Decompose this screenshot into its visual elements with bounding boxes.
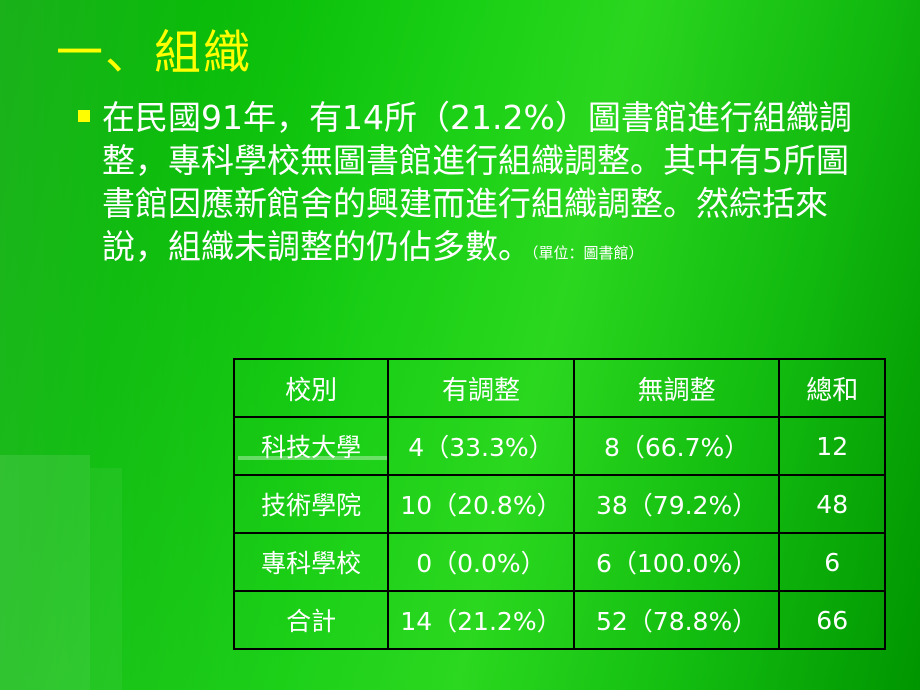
table-header-cell: 校別 [232, 358, 390, 418]
table-header-row: 校別 有調整 無調整 總和 [232, 358, 886, 418]
table-header-cell: 無調整 [572, 358, 781, 418]
table-cell: 8（66.7%） [572, 416, 781, 476]
organization-adjustment-table: 校別 有調整 無調整 總和 科技大學 4（33.3%） 8（66.7%） 12 … [232, 358, 886, 650]
table-cell: 技術學院 [232, 474, 390, 534]
table-row: 合計 14（21.2%） 52（78.8%） 66 [232, 590, 886, 650]
table-cell: 6 [778, 532, 886, 592]
table-cell: 12 [778, 416, 886, 476]
bullet-text-block: 在民國91年，有14所（21.2%）圖書館進行組織調整，專科學校無圖書館進行組織… [102, 97, 862, 269]
table-row: 科技大學 4（33.3%） 8（66.7%） 12 [232, 416, 886, 476]
table-cell: 合計 [232, 590, 390, 650]
table-cell: 52（78.8%） [572, 590, 781, 650]
table-cell: 4（33.3%） [387, 416, 575, 476]
page-title: 一、組織 [56, 26, 252, 81]
table-cell: 48 [778, 474, 886, 534]
square-bullet-icon [78, 110, 90, 122]
table-cell: 0（0.0%） [387, 532, 575, 592]
table-cell: 10（20.8%） [387, 474, 575, 534]
table-cell: 66 [778, 590, 886, 650]
decorative-panel-left [0, 455, 90, 690]
table-row: 專科學校 0（0.0%） 6（100.0%） 6 [232, 532, 886, 592]
table-row: 技術學院 10（20.8%） 38（79.2%） 48 [232, 474, 886, 534]
table-header-cell: 有調整 [387, 358, 575, 418]
table-header-cell: 總和 [778, 358, 886, 418]
table-cell: 科技大學 [232, 416, 390, 476]
table-cell: 專科學校 [232, 532, 390, 592]
decorative-panel-left-inner [90, 468, 122, 690]
bullet-item: 在民國91年，有14所（21.2%）圖書館進行組織調整，專科學校無圖書館進行組織… [78, 97, 888, 269]
table-cell: 38（79.2%） [572, 474, 781, 534]
slide: 一、組織 在民國91年，有14所（21.2%）圖書館進行組織調整，專科學校無圖書… [0, 0, 920, 690]
bullet-text: 在民國91年，有14所（21.2%）圖書館進行組織調整，專科學校無圖書館進行組織… [102, 98, 852, 266]
unit-note: （單位：圖書館） [531, 243, 644, 262]
table-cell: 6（100.0%） [572, 532, 781, 592]
table-cell: 14（21.2%） [387, 590, 575, 650]
